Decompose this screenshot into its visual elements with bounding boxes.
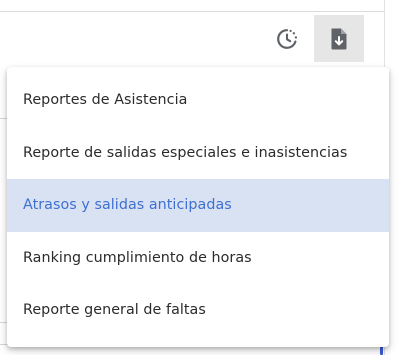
menu-item-reportes-asistencia[interactable]: Reportes de Asistencia	[7, 74, 389, 127]
divider	[0, 11, 385, 12]
history-button[interactable]	[262, 15, 312, 62]
reports-dropdown-menu: Reportes de Asistencia Reporte de salida…	[7, 67, 389, 347]
download-report-button[interactable]	[314, 15, 364, 62]
history-clock-icon	[277, 28, 298, 49]
page: Reportes de Asistencia Reporte de salida…	[0, 0, 403, 355]
file-download-icon	[331, 28, 347, 49]
menu-item-reporte-general-faltas[interactable]: Reporte general de faltas	[7, 284, 389, 337]
menu-item-ranking-cumplimiento[interactable]: Ranking cumplimiento de horas	[7, 232, 389, 285]
menu-item-atrasos-salidas-anticipadas[interactable]: Atrasos y salidas anticipadas	[7, 179, 389, 232]
menu-item-salidas-especiales[interactable]: Reporte de salidas especiales e inasiste…	[7, 127, 389, 180]
